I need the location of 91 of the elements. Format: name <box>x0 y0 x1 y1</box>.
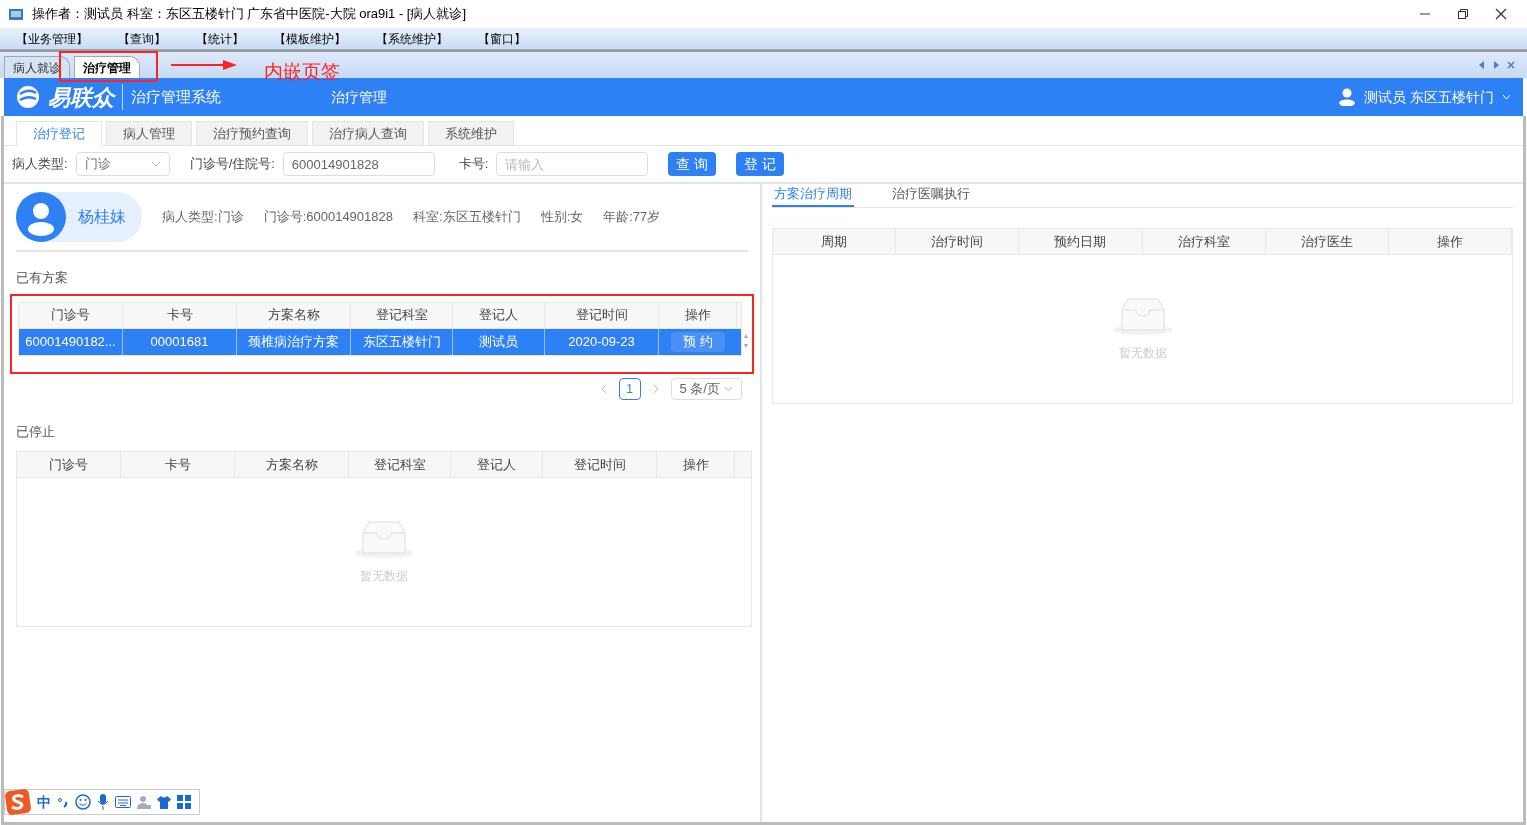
query-button[interactable]: 查 询 <box>668 152 717 176</box>
column-header: 登记人 <box>451 452 543 477</box>
system-name: 治疗管理系统 <box>131 86 222 107</box>
number-input[interactable]: 600014901828 <box>282 152 435 176</box>
chevron-down-icon <box>724 385 733 392</box>
table-cell: 东区五楼针门 <box>351 328 453 355</box>
column-header: 方案名称 <box>237 302 351 328</box>
panel-tab[interactable]: 治疗医嘱执行 <box>890 183 972 207</box>
field-label: 病人类型: <box>12 155 68 174</box>
register-button[interactable]: 登 记 <box>736 152 785 176</box>
page-button[interactable]: 1 <box>618 377 641 400</box>
close-icon <box>1507 61 1515 69</box>
menu-item[interactable]: 【窗口】 <box>478 29 526 48</box>
module-tab[interactable]: 治疗病人查询 <box>312 121 424 146</box>
menu-item[interactable]: 【系统维护】 <box>376 29 448 48</box>
menu-item[interactable]: 【查询】 <box>118 29 166 48</box>
column-header: 卡号 <box>121 452 235 477</box>
user-icon <box>1338 88 1357 106</box>
page-size-select[interactable]: 5 条/页 <box>670 377 742 400</box>
column-header: 预约日期 <box>1019 229 1143 254</box>
column-header: 周期 <box>773 229 897 254</box>
logo-text: 易联众 <box>48 83 114 112</box>
column-header: 操作 <box>659 302 737 328</box>
field-label: 卡号: <box>458 155 489 174</box>
patient-info: 病人类型:门诊 <box>162 208 244 227</box>
column-header: 卡号 <box>123 302 237 328</box>
card-input[interactable]: 请输入 <box>496 152 649 176</box>
patient-info: 门诊号:600014901828 <box>263 208 393 227</box>
chevron-left-icon <box>600 383 607 394</box>
scroll-right-icon <box>1493 61 1499 69</box>
patient-info: 性别:女 <box>540 208 584 227</box>
table-cell: 测试员 <box>453 328 545 355</box>
panel-tab[interactable]: 方案治疗周期 <box>772 183 854 207</box>
module-tab[interactable]: 系统维护 <box>428 121 514 146</box>
caret-icon <box>1502 94 1511 100</box>
chevron-right-icon <box>652 383 659 394</box>
column-header: 登记人 <box>453 302 545 328</box>
column-header: 登记时间 <box>543 452 657 477</box>
empty-tray-icon <box>1111 296 1174 336</box>
table-cell: 00001681 <box>123 328 237 355</box>
chevron-down-icon <box>150 161 161 167</box>
patient-type-select[interactable]: 门诊 <box>75 152 170 176</box>
menu-item[interactable]: 【业务管理】 <box>16 29 88 48</box>
column-header: 登记科室 <box>349 452 451 477</box>
close-icon <box>1495 8 1507 20</box>
column-header: 方案名称 <box>235 452 349 477</box>
scroll-arrows-icon <box>743 332 749 349</box>
window-title: 操作者：测试员 科室：东区五楼针门 广东省中医院-大院 ora9i1 - [病人就诊] <box>32 5 467 24</box>
patient-name: 杨桂妹 <box>78 207 126 227</box>
column-header: 操作 <box>1388 229 1513 254</box>
menu-item[interactable]: 【统计】 <box>196 29 244 48</box>
avatar-icon <box>16 192 66 242</box>
field-label: 门诊号/住院号: <box>189 155 275 174</box>
section-title: 已有方案 <box>16 269 69 287</box>
module-tab[interactable]: 病人管理 <box>106 121 192 146</box>
module-tab[interactable]: 治疗预约查询 <box>196 121 308 146</box>
patient-info: 年龄:77岁 <box>603 208 661 227</box>
column-header: 治疗科室 <box>1142 229 1266 254</box>
patient-info: 科室:东区五楼针门 <box>413 208 521 227</box>
column-header: 登记科室 <box>351 302 453 328</box>
column-header: 操作 <box>657 452 735 477</box>
table-cell: 颈椎病治疗方案 <box>237 328 351 355</box>
punctuation-icon <box>57 796 69 808</box>
table-cell: 2020-09-23 <box>545 328 659 355</box>
scroll-left-icon <box>1479 61 1485 69</box>
annotation-label: 内嵌页签 <box>264 60 340 84</box>
input-mode-toggle[interactable]: 中 <box>37 791 51 813</box>
column-header: 治疗时间 <box>896 229 1020 254</box>
microphone-icon <box>97 794 109 810</box>
table-row[interactable]: 60001490182... 00001681 颈椎病治疗方案 东区五楼针门 测试员 2020-09-23 预 约 <box>19 328 741 355</box>
column-header: 门诊号 <box>17 452 121 477</box>
section-title: 已停止 <box>16 422 56 441</box>
emoji-icon <box>75 794 91 810</box>
logo-icon <box>16 85 40 109</box>
shirt-icon <box>157 795 171 809</box>
app-icon <box>8 7 24 21</box>
empty-tray-icon <box>353 519 415 559</box>
column-header: 治疗医生 <box>1265 229 1389 254</box>
keyboard-icon <box>115 796 131 808</box>
grid-icon <box>177 795 191 809</box>
user-name[interactable]: 测试员 东区五楼针门 <box>1364 86 1494 108</box>
column-header: 门诊号 <box>19 302 123 328</box>
menu-item[interactable]: 【模板维护】 <box>274 29 346 48</box>
document-tab[interactable]: 治疗管理 <box>74 56 140 78</box>
table-cell: 60001490182... <box>19 328 123 355</box>
annotation-arrow <box>171 60 237 70</box>
page-title: 治疗管理 <box>331 87 387 107</box>
restore-icon <box>1457 8 1469 20</box>
module-tab[interactable]: 治疗登记 <box>16 121 102 146</box>
user-lock-icon <box>137 795 151 809</box>
column-header: 登记时间 <box>545 302 659 328</box>
